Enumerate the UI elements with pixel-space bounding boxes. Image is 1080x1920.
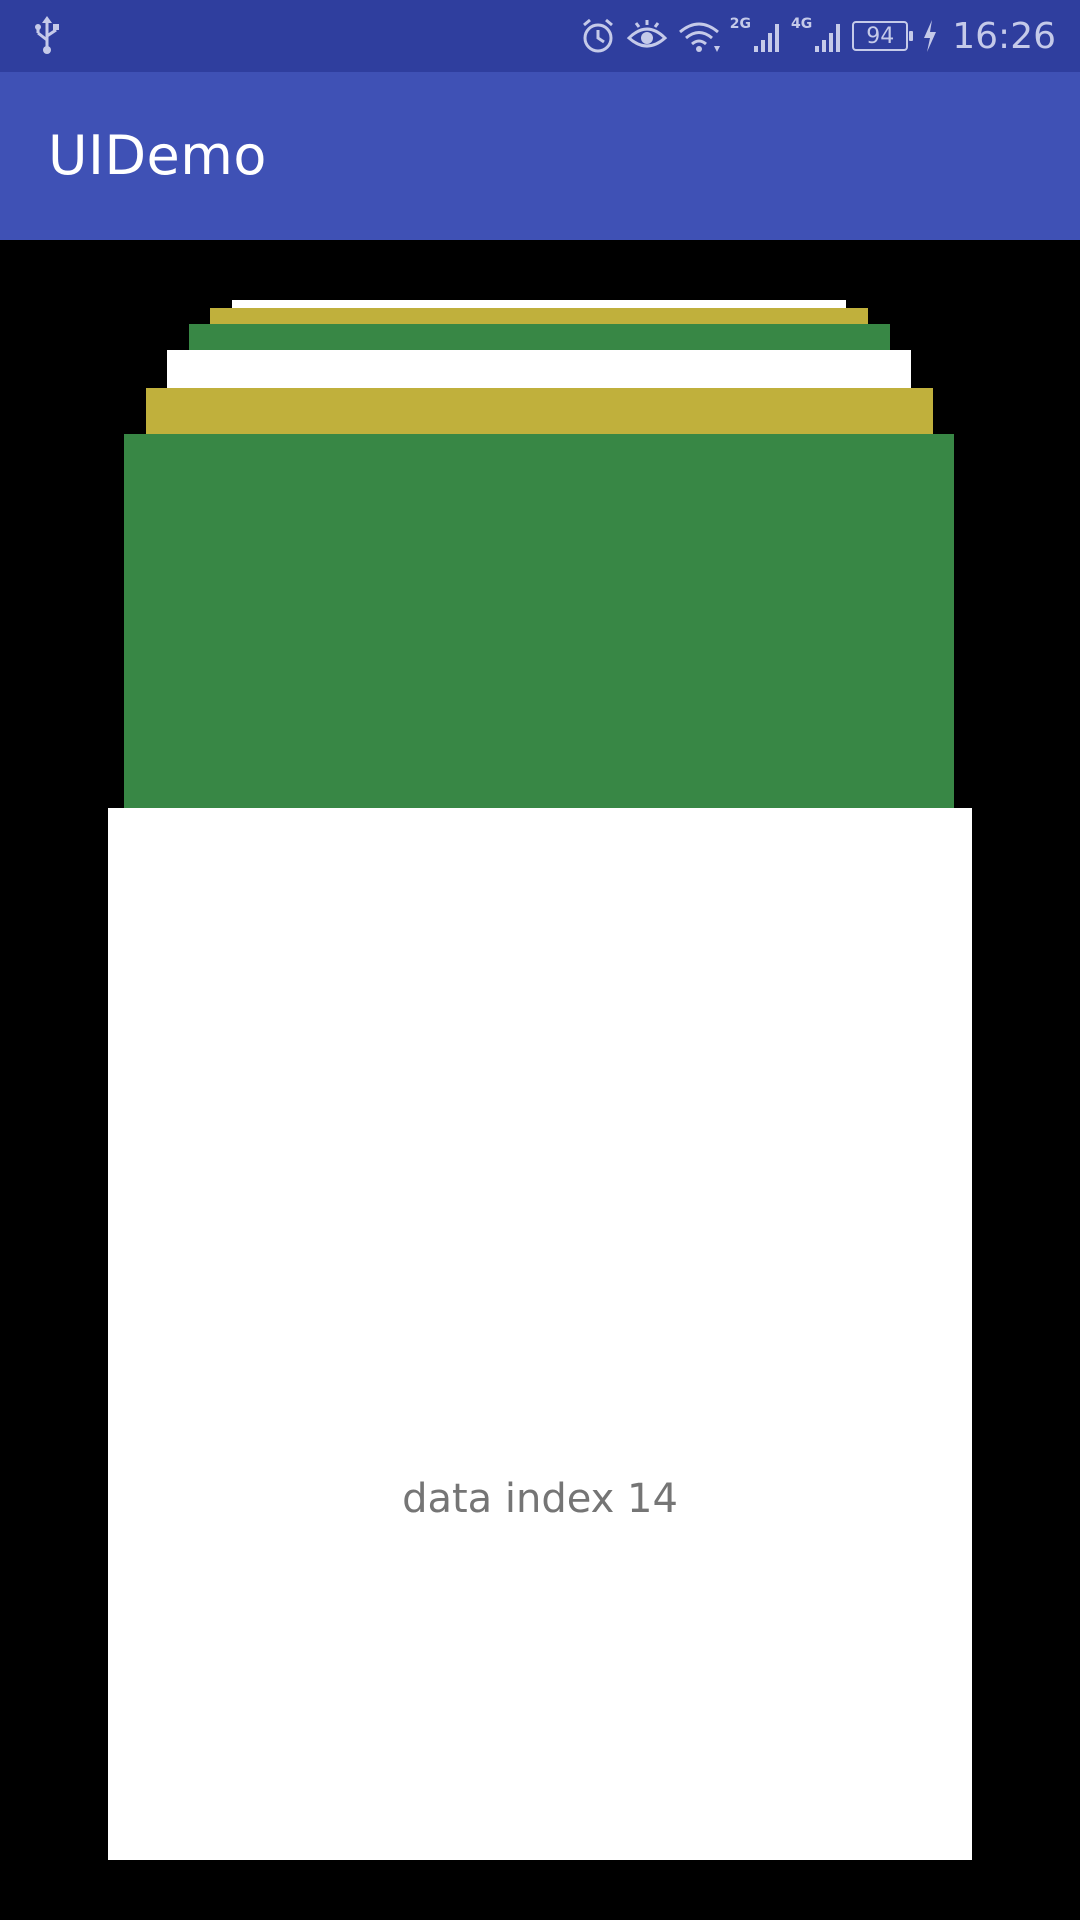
stack-card-back-5[interactable] bbox=[232, 300, 846, 308]
screen: 2G 4G 94 16:26 UIDemo data index 14 bbox=[0, 0, 1080, 1920]
app-bar: UIDemo bbox=[0, 72, 1080, 240]
stack-card-back-2[interactable] bbox=[167, 350, 911, 388]
battery-icon: 94 bbox=[852, 21, 914, 51]
network-2g-label: 2G bbox=[729, 16, 752, 32]
stack-card-back-3[interactable] bbox=[189, 324, 890, 350]
front-card[interactable]: data index 14 bbox=[108, 808, 972, 1860]
signal-4g-icon bbox=[814, 18, 844, 54]
wifi-icon bbox=[676, 16, 722, 56]
front-card-label: data index 14 bbox=[402, 1476, 678, 1522]
eye-comfort-icon bbox=[626, 16, 668, 56]
usb-icon bbox=[30, 16, 64, 56]
clock: 16:26 bbox=[952, 15, 1056, 57]
battery-level: 94 bbox=[866, 23, 895, 49]
status-icons: 2G 4G 94 16:26 bbox=[578, 0, 1056, 72]
signal-2g-icon bbox=[753, 18, 783, 54]
stack-card-back-4[interactable] bbox=[210, 308, 868, 324]
network-4g-label: 4G bbox=[791, 16, 813, 32]
app-title: UIDemo bbox=[48, 124, 267, 187]
status-bar: 2G 4G 94 16:26 bbox=[0, 0, 1080, 72]
charging-icon bbox=[922, 20, 938, 52]
stack-card-back-1[interactable] bbox=[146, 388, 933, 436]
alarm-icon bbox=[578, 16, 618, 56]
stack-card-green[interactable] bbox=[124, 434, 954, 808]
